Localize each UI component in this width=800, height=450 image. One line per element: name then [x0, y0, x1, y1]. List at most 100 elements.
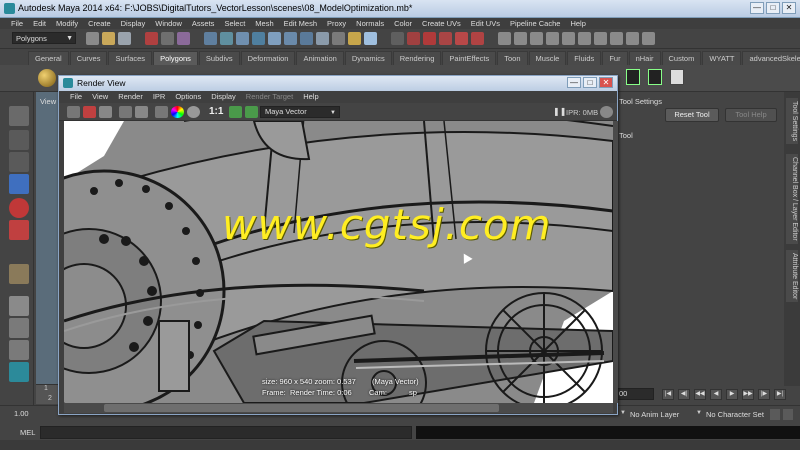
- shelf-tab-fluids[interactable]: Fluids: [567, 51, 602, 65]
- render-view-horizontal-scrollbar[interactable]: [64, 403, 613, 413]
- shelf-tab-nhair[interactable]: nHair: [628, 51, 661, 65]
- save-scene-icon[interactable]: [118, 32, 131, 45]
- toggle-panel-icon[interactable]: [546, 32, 559, 45]
- toggle-panel-icon[interactable]: [578, 32, 591, 45]
- shelf-tab-rendering[interactable]: Rendering: [392, 51, 442, 65]
- maximize-button[interactable]: □: [766, 2, 780, 14]
- shelf-tab-general[interactable]: General: [28, 51, 69, 65]
- menu-create-uvs[interactable]: Create UVs: [417, 18, 466, 29]
- auto-key-icon[interactable]: [770, 409, 780, 420]
- render-settings-icon[interactable]: [423, 32, 436, 45]
- reset-tool-button[interactable]: Reset Tool: [665, 108, 719, 122]
- viewport-view-menu[interactable]: View: [40, 97, 56, 106]
- toggle-panel-icon[interactable]: [498, 32, 511, 45]
- menu-proxy[interactable]: Proxy: [322, 18, 351, 29]
- menu-normals[interactable]: Normals: [351, 18, 389, 29]
- menu-file[interactable]: File: [6, 18, 28, 29]
- toggle-panel-icon[interactable]: [562, 32, 575, 45]
- rotate-tool-icon[interactable]: [9, 198, 29, 218]
- rv-menu-render[interactable]: Render: [113, 91, 148, 103]
- shelf-tab-subdivs[interactable]: Subdivs: [198, 51, 240, 65]
- render-sequence-icon[interactable]: [471, 32, 484, 45]
- side-tab-tool-settings[interactable]: Tool Settings: [786, 98, 798, 145]
- color-channels-icon[interactable]: [171, 106, 184, 118]
- step-forward-key-icon[interactable]: |▶: [758, 389, 770, 400]
- close-button[interactable]: ✕: [782, 2, 796, 14]
- open-scene-icon[interactable]: [102, 32, 115, 45]
- shelf-tab-painteffects[interactable]: PaintEffects: [442, 51, 497, 65]
- go-to-start-icon[interactable]: |◀: [662, 389, 674, 400]
- menu-mesh[interactable]: Mesh: [250, 18, 278, 29]
- renderer-select[interactable]: Maya Vector ▼: [260, 106, 340, 118]
- render-view-minimize-button[interactable]: —: [567, 77, 581, 88]
- shelf-tab-advancedskeleton[interactable]: advancedSkeleton: [742, 51, 800, 65]
- command-language-toggle[interactable]: MEL: [20, 428, 35, 437]
- render-region-icon[interactable]: [83, 106, 96, 118]
- lock-icon[interactable]: [348, 32, 361, 45]
- shelf-tab-wyatt[interactable]: WYATT: [702, 51, 742, 65]
- move-tool-icon[interactable]: [9, 174, 29, 194]
- skeleton-tool-icon[interactable]: [648, 69, 662, 85]
- make-live-icon[interactable]: [268, 32, 281, 45]
- select-tool-icon[interactable]: [9, 106, 29, 126]
- refresh-ipr-icon[interactable]: [135, 106, 148, 118]
- snap-point-icon[interactable]: [236, 32, 249, 45]
- menu-set-select[interactable]: Polygons ▼: [12, 32, 76, 44]
- persp-outliner-layout-icon[interactable]: [9, 340, 29, 360]
- lasso-tool-icon[interactable]: [9, 130, 29, 150]
- tool-help-button[interactable]: Tool Help: [725, 108, 777, 122]
- snap-curve-icon[interactable]: [220, 32, 233, 45]
- shelf-tab-deformation[interactable]: Deformation: [240, 51, 296, 65]
- redo-render-icon[interactable]: [67, 106, 80, 118]
- menu-edit[interactable]: Edit: [28, 18, 51, 29]
- shelf-tab-polygons[interactable]: Polygons: [153, 51, 198, 65]
- persp-graph-layout-icon[interactable]: [9, 362, 29, 382]
- shelf-tab-custom[interactable]: Custom: [661, 51, 702, 65]
- rgb-channels-icon[interactable]: [155, 106, 168, 118]
- rv-menu-display[interactable]: Display: [206, 91, 241, 103]
- render-view-maximize-button[interactable]: □: [583, 77, 597, 88]
- single-perspective-layout-icon[interactable]: [9, 296, 29, 316]
- menu-edit-uvs[interactable]: Edit UVs: [466, 18, 505, 29]
- step-back-key-icon[interactable]: ◀|: [678, 389, 690, 400]
- toggle-panel-icon[interactable]: [530, 32, 543, 45]
- snap-grid-icon[interactable]: [204, 32, 217, 45]
- show-manipulator-icon[interactable]: [9, 264, 29, 284]
- range-start-field[interactable]: 1.00: [14, 409, 29, 418]
- magnet-icon[interactable]: [364, 32, 377, 45]
- preferences-icon[interactable]: [783, 409, 793, 420]
- play-backward-icon[interactable]: ◀: [710, 389, 722, 400]
- pause-icon[interactable]: ❚❚: [553, 106, 566, 118]
- menu-window[interactable]: Window: [150, 18, 187, 29]
- select-lock-icon[interactable]: [332, 32, 345, 45]
- go-to-end-icon[interactable]: ▶|: [774, 389, 786, 400]
- remove-image-icon[interactable]: [245, 106, 258, 118]
- construction-history-icon[interactable]: [300, 32, 313, 45]
- ipr-render-icon[interactable]: [407, 32, 420, 45]
- select-by-object-icon[interactable]: [161, 32, 174, 45]
- minimize-button[interactable]: —: [750, 2, 764, 14]
- rv-menu-ipr[interactable]: IPR: [148, 91, 171, 103]
- toggle-panel-icon[interactable]: [610, 32, 623, 45]
- render-view-icon[interactable]: [455, 32, 468, 45]
- toggle-panel-icon[interactable]: [642, 32, 655, 45]
- history-icon[interactable]: [284, 32, 297, 45]
- sphere-icon[interactable]: [38, 69, 56, 87]
- rv-menu-file[interactable]: File: [65, 91, 87, 103]
- shelf-tab-surfaces[interactable]: Surfaces: [108, 51, 153, 65]
- side-tab-channel-box[interactable]: Channel Box / Layer Editor: [786, 154, 798, 244]
- menu-pipeline-cache[interactable]: Pipeline Cache: [505, 18, 565, 29]
- menu-select[interactable]: Select: [219, 18, 250, 29]
- four-view-layout-icon[interactable]: [9, 318, 29, 338]
- rv-menu-view[interactable]: View: [87, 91, 113, 103]
- menu-display[interactable]: Display: [116, 18, 151, 29]
- alpha-channel-icon[interactable]: [187, 106, 200, 118]
- hypershade-icon[interactable]: [439, 32, 452, 45]
- real-size-button[interactable]: 1:1: [209, 106, 223, 117]
- menu-create[interactable]: Create: [83, 18, 116, 29]
- input-output-icon[interactable]: [316, 32, 329, 45]
- snap-view-plane-icon[interactable]: [252, 32, 265, 45]
- render-view-close-button[interactable]: ✕: [599, 77, 613, 88]
- step-back-frame-icon[interactable]: ◀◀: [694, 389, 706, 400]
- scale-tool-icon[interactable]: [9, 220, 29, 240]
